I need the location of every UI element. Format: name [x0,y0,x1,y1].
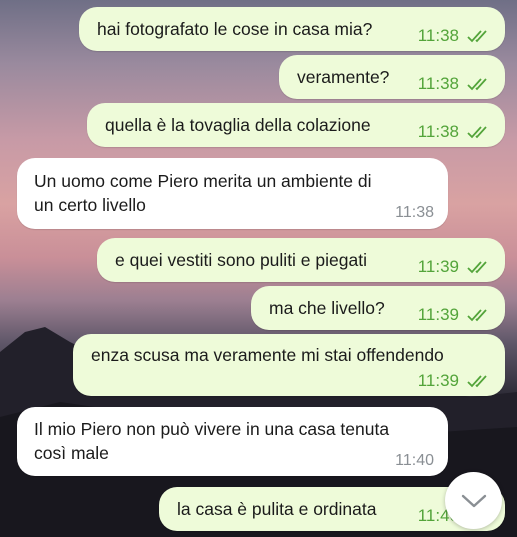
message-meta: 11:38 [418,120,493,144]
double-check-icon [467,261,487,274]
scroll-to-bottom-button[interactable] [445,472,502,529]
message-meta: 11:39 [418,303,493,327]
message-text: enza scusa ma veramente mi stai offenden… [91,345,444,365]
message-text: ma che livello? [269,298,385,318]
message-time: 11:39 [417,257,459,276]
chat-area[interactable]: hai fotografato le cose in casa mia? 11:… [0,0,517,537]
message-incoming[interactable]: Un uomo come Piero merita un ambiente di… [17,158,448,229]
message-outgoing[interactable]: e quei vestiti sono puliti e piegati 11:… [97,238,505,282]
double-check-icon [467,309,487,322]
chevron-down-icon [461,494,486,507]
message-time: 11:38 [395,204,434,221]
message-text: veramente? [297,67,390,87]
double-check-icon [467,78,487,91]
message-text: e quei vestiti sono puliti e piegati [115,250,367,270]
message-outgoing[interactable]: enza scusa ma veramente mi stai offenden… [73,334,505,396]
message-outgoing[interactable]: veramente? 11:38 [279,55,505,99]
message-time: 11:38 [417,122,459,141]
message-time: 11:38 [417,26,459,45]
double-check-icon [467,30,487,43]
message-incoming[interactable]: Il mio Piero non può vivere in una casa … [17,407,448,476]
message-text-line: Un uomo come Piero merita un ambiente di [34,171,372,191]
message-text-line: un certo livello [34,195,146,215]
double-check-icon [467,126,487,139]
message-meta: 11:39 [418,255,493,279]
message-meta: 11:38 [395,201,434,225]
message-time: 11:40 [395,452,434,469]
message-meta: 11:40 [395,449,434,473]
message-meta: 11:39 [418,369,493,393]
double-check-icon [467,375,487,388]
message-text-line: Il mio Piero non può vivere in una casa … [34,419,390,439]
message-outgoing[interactable]: hai fotografato le cose in casa mia? 11:… [79,7,505,51]
message-text: la casa è pulita e ordinata [177,499,377,519]
message-text: hai fotografato le cose in casa mia? [97,19,373,39]
message-time: 11:38 [417,74,459,93]
message-outgoing[interactable]: ma che livello? 11:39 [251,286,505,330]
message-time: 11:39 [417,305,459,324]
message-text: quella è la tovaglia della colazione [105,115,371,135]
message-meta: 11:38 [418,24,493,48]
message-meta: 11:38 [418,72,493,96]
message-outgoing[interactable]: quella è la tovaglia della colazione 11:… [87,103,505,147]
message-text-line: così male [34,443,109,463]
message-time: 11:39 [417,371,459,390]
